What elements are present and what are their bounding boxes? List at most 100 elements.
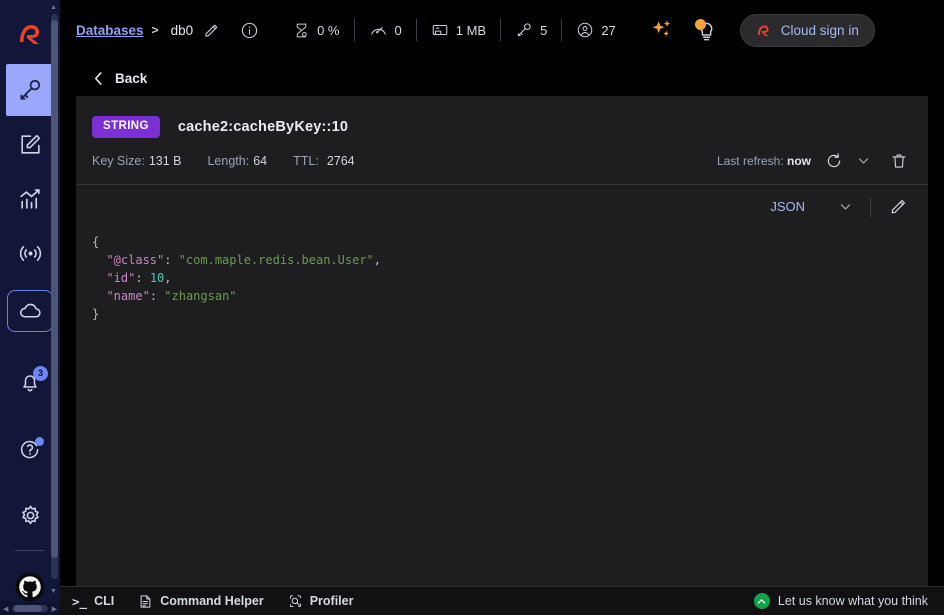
key-value-json-viewer[interactable]: { "@class": "com.maple.redis.bean.User",… [76, 227, 928, 587]
token-punc: : [164, 252, 179, 267]
key-details-panel: STRING cache2:cacheByKey::10 Key Size: 13… [76, 96, 928, 586]
profiler-label: Profiler [309, 594, 354, 608]
toolbar-divider [870, 196, 871, 217]
token-punc: , [164, 270, 172, 285]
token-punc [92, 271, 106, 285]
token-num: 10 [149, 270, 165, 285]
feedback-icon [753, 593, 770, 609]
value-format-select[interactable]: JSON [770, 199, 862, 214]
topbar-divider [353, 19, 355, 41]
code-line: { [92, 233, 908, 251]
command-helper-label: Command Helper [160, 594, 264, 608]
token-punc: , [373, 252, 382, 267]
sidebar-scrollbar[interactable] [51, 14, 58, 579]
token-brace: { [92, 234, 100, 249]
sidebar-item-settings[interactable] [6, 489, 54, 542]
cloud-signin-button[interactable]: Cloud sign in [739, 13, 875, 47]
stat-commands[interactable]: 0 [369, 21, 402, 40]
key-ttl-value: 2764 [326, 153, 355, 168]
refresh-options-chevron-down-icon[interactable] [857, 154, 870, 167]
user-circle-icon [576, 21, 594, 39]
sidebar-item-pubsub[interactable] [6, 228, 54, 281]
stat-clients-value: 27 [601, 22, 616, 38]
database-name: db0 [170, 22, 194, 38]
sidebar-scrollbar-thumb[interactable] [51, 20, 58, 558]
memory-card-icon [431, 21, 449, 39]
back-button-label: Back [115, 70, 148, 86]
stat-cpu[interactable]: 0 % [293, 22, 340, 39]
token-punc [92, 253, 106, 267]
key-length-value: 64 [253, 153, 268, 168]
scroll-down-arrow-icon[interactable]: ▼ [50, 588, 57, 595]
redis-logo-icon [754, 21, 773, 40]
cli-button[interactable]: >_ CLI [72, 594, 114, 609]
key-title-row: STRING cache2:cacheByKey::10 [92, 116, 908, 138]
sidebar: 3 ▲ ▼ ◀ ▶ [0, 0, 60, 615]
hscroll-thumb[interactable] [14, 605, 43, 612]
bar-chart-icon [18, 187, 43, 212]
main-area: Databases > db0 0 % 0 1 MB 5 27 Cloud si… [60, 0, 944, 615]
token-brace: } [92, 306, 100, 321]
token-str: "com.maple.redis.bean.User" [178, 252, 374, 267]
key-icon [17, 77, 43, 103]
key-size-meta: Key Size: 131 B [92, 154, 181, 168]
sidebar-item-browse[interactable] [6, 63, 54, 117]
sidebar-item-help[interactable] [6, 422, 54, 475]
sidebar-divider [15, 549, 45, 551]
breadcrumb-separator: > [151, 23, 159, 37]
stat-keys[interactable]: 5 [515, 21, 547, 39]
stat-memory-value: 1 MB [455, 22, 487, 38]
chevron-left-icon [92, 71, 105, 86]
sidebar-item-notifications[interactable]: 3 [6, 356, 54, 409]
key-name[interactable]: cache2:cacheByKey::10 [178, 119, 348, 135]
sidebar-item-workbench[interactable] [6, 118, 54, 171]
pencil-icon[interactable] [203, 22, 220, 39]
token-key: "name" [106, 288, 150, 303]
back-button[interactable]: Back [92, 71, 147, 86]
key-length-meta: Length: 64 [207, 154, 267, 168]
last-refresh-value: now [787, 153, 811, 168]
last-refresh: Last refresh: now [717, 154, 811, 168]
breadcrumb-databases-link[interactable]: Databases [76, 23, 144, 38]
code-line: "@class": "com.maple.redis.bean.User", [92, 251, 908, 269]
redis-logo-icon [8, 14, 52, 54]
sparkles-icon[interactable] [650, 18, 674, 42]
notification-badge: 3 [33, 365, 48, 381]
token-key: "id" [106, 270, 136, 285]
topbar-divider-3 [500, 19, 502, 41]
chevron-down-icon [839, 200, 852, 213]
key-size-label: Key Size: [92, 153, 145, 168]
key-type-badge: STRING [92, 116, 160, 138]
last-refresh-label: Last refresh: [716, 153, 784, 168]
trash-icon[interactable] [890, 152, 908, 170]
info-circle-icon[interactable] [240, 21, 259, 40]
sidebar-item-cloud[interactable] [7, 290, 53, 332]
terminal-icon: >_ [72, 593, 88, 609]
stat-clients[interactable]: 27 [576, 21, 616, 39]
command-helper-button[interactable]: Command Helper [138, 594, 264, 609]
stat-commands-value: 0 [394, 22, 402, 38]
edit-value-pencil-icon[interactable] [889, 197, 908, 216]
lightbulb-badge-dot [694, 19, 706, 30]
sidebar-item-analysis[interactable] [6, 173, 54, 226]
viewer-toolbar: JSON [76, 185, 928, 227]
hscroll-track[interactable] [12, 605, 48, 612]
key-header: STRING cache2:cacheByKey::10 [76, 96, 928, 138]
token-punc [92, 289, 106, 303]
lightbulb-icon[interactable] [694, 17, 718, 43]
github-icon [15, 572, 45, 602]
feedback-button[interactable]: Let us know what you think [753, 593, 934, 609]
refresh-icon[interactable] [825, 152, 843, 170]
key-actions: Last refresh: now [717, 152, 916, 170]
sidebar-horizontal-scrollbar[interactable]: ◀ ▶ [0, 602, 60, 615]
scroll-left-arrow-icon[interactable]: ◀ [3, 605, 8, 613]
scroll-up-arrow-icon[interactable]: ▲ [50, 4, 57, 11]
scroll-right-arrow-icon[interactable]: ▶ [52, 605, 57, 613]
magnifier-icon [288, 594, 303, 609]
stat-memory[interactable]: 1 MB [431, 21, 486, 39]
token-key: "@class" [106, 252, 165, 267]
key-ttl-meta[interactable]: TTL: 2764 [293, 154, 355, 168]
profiler-button[interactable]: Profiler [288, 594, 354, 609]
cloud-signin-label: Cloud sign in [780, 22, 859, 38]
token-str: "zhangsan" [164, 288, 237, 303]
